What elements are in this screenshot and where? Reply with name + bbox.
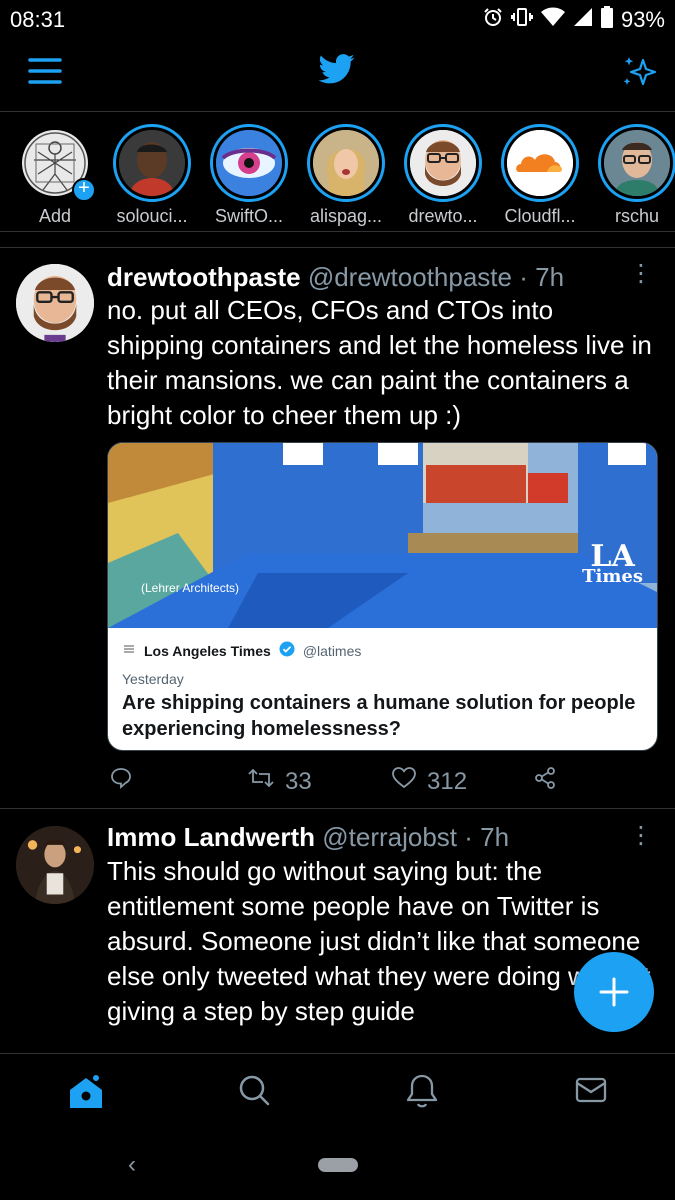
reply-icon <box>109 766 133 797</box>
compose-tweet-button[interactable] <box>574 952 654 1032</box>
plus-icon <box>599 977 629 1007</box>
fleets-bar: + Add solouci... SwiftO... alispag... dr… <box>0 112 675 232</box>
sparkle-timeline-icon[interactable] <box>621 54 657 95</box>
envelope-icon <box>575 1077 607 1103</box>
fleet-name: SwiftO... <box>214 206 283 226</box>
tab-search[interactable] <box>236 1072 272 1113</box>
tweet-actions: 33 312 <box>107 766 577 796</box>
avatar <box>119 130 185 196</box>
retweet-count: 33 <box>285 767 312 795</box>
more-options-icon[interactable]: ⋮ <box>629 824 653 848</box>
card-photo: (Lehrer Architects) LA Times <box>108 443 657 628</box>
home-icon <box>70 1075 102 1108</box>
twitter-logo-icon[interactable] <box>318 54 355 89</box>
like-button[interactable]: 312 <box>391 766 467 797</box>
bottom-tab-bar <box>0 1053 675 1133</box>
fleet-name: rschu <box>614 206 659 226</box>
card-title: Are shipping containers a humane solutio… <box>122 692 636 740</box>
fleet-alispagnola[interactable]: alispag... <box>305 124 387 227</box>
photo-caption: (Lehrer Architects) <box>141 581 240 595</box>
bell-icon <box>406 1074 438 1108</box>
tweet-avatar[interactable] <box>16 826 94 904</box>
avatar <box>604 130 670 196</box>
search-icon <box>239 1075 270 1106</box>
back-chevron-icon[interactable]: ‹ <box>128 1151 136 1179</box>
source-name: Los Angeles Times <box>144 642 271 659</box>
share-icon <box>533 766 557 797</box>
fleet-soloucity[interactable]: solouci... <box>111 124 193 227</box>
fleet-rschu[interactable]: rschu <box>596 124 675 227</box>
wifi-icon <box>540 7 565 32</box>
home-gesture-pill[interactable] <box>318 1158 358 1172</box>
tweet-time: 7h <box>480 822 510 852</box>
fleet-add[interactable]: + Add <box>14 124 96 227</box>
fleet-swiftonsecurity[interactable]: SwiftO... <box>208 124 290 227</box>
fleet-cloudflare[interactable]: Cloudfl... <box>499 124 581 227</box>
status-bar: 08:31 93% <box>0 0 675 38</box>
retweet-icon <box>247 766 275 797</box>
battery-icon <box>600 6 613 33</box>
avatar <box>507 130 573 196</box>
reply-button[interactable] <box>109 766 133 797</box>
add-fleet-plus-icon[interactable]: + <box>72 178 96 202</box>
battery-level: 93% <box>620 6 665 32</box>
fleet-name: drewto... <box>408 206 478 226</box>
tweet-avatar[interactable] <box>16 264 94 342</box>
divider <box>0 232 675 248</box>
alarm-icon <box>483 7 503 32</box>
tab-notifications[interactable] <box>404 1072 440 1115</box>
source-logo-icon <box>122 642 136 659</box>
tab-home[interactable] <box>66 1072 106 1117</box>
clock: 08:31 <box>10 7 66 32</box>
heart-icon <box>391 766 417 797</box>
verified-badge-icon <box>279 641 295 660</box>
hamburger-menu-icon[interactable] <box>28 56 62 91</box>
fleet-name: solouci... <box>116 206 188 226</box>
fleet-name: Add <box>38 206 72 226</box>
vibrate-icon <box>510 7 533 32</box>
fleet-drewtoothpaste[interactable]: drewto... <box>402 124 484 227</box>
tweet-display-name[interactable]: Immo Landwerth <box>107 822 315 852</box>
system-navigation-bar: ‹ <box>0 1133 675 1200</box>
avatar <box>313 130 379 196</box>
card-date: Yesterday <box>122 671 184 687</box>
avatar <box>410 130 476 196</box>
share-button[interactable] <box>533 766 557 797</box>
tweet-handle[interactable]: @drewtoothpaste <box>308 262 512 292</box>
divider <box>0 808 675 809</box>
la-times-logo: LA Times <box>582 539 643 587</box>
retweet-button[interactable]: 33 <box>247 766 312 797</box>
top-app-bar <box>0 38 675 112</box>
tweet-text: no. put all CEOs, CFOs and CTOs into shi… <box>107 295 652 430</box>
like-count: 312 <box>427 767 468 795</box>
fleet-name: Cloudfl... <box>504 206 576 226</box>
avatar <box>216 130 282 196</box>
more-options-icon[interactable]: ⋮ <box>629 262 653 286</box>
tab-messages[interactable] <box>573 1072 609 1113</box>
tweet-time: 7h <box>535 262 565 292</box>
tweet-display-name[interactable]: drewtoothpaste <box>107 262 301 292</box>
tweet-handle[interactable]: @terrajobst <box>322 822 457 852</box>
link-card[interactable]: (Lehrer Architects) LA Times Los Angeles… <box>107 442 658 751</box>
source-handle: @latimes <box>302 642 362 659</box>
signal-icon <box>573 7 593 32</box>
fleet-name: alispag... <box>309 206 383 226</box>
